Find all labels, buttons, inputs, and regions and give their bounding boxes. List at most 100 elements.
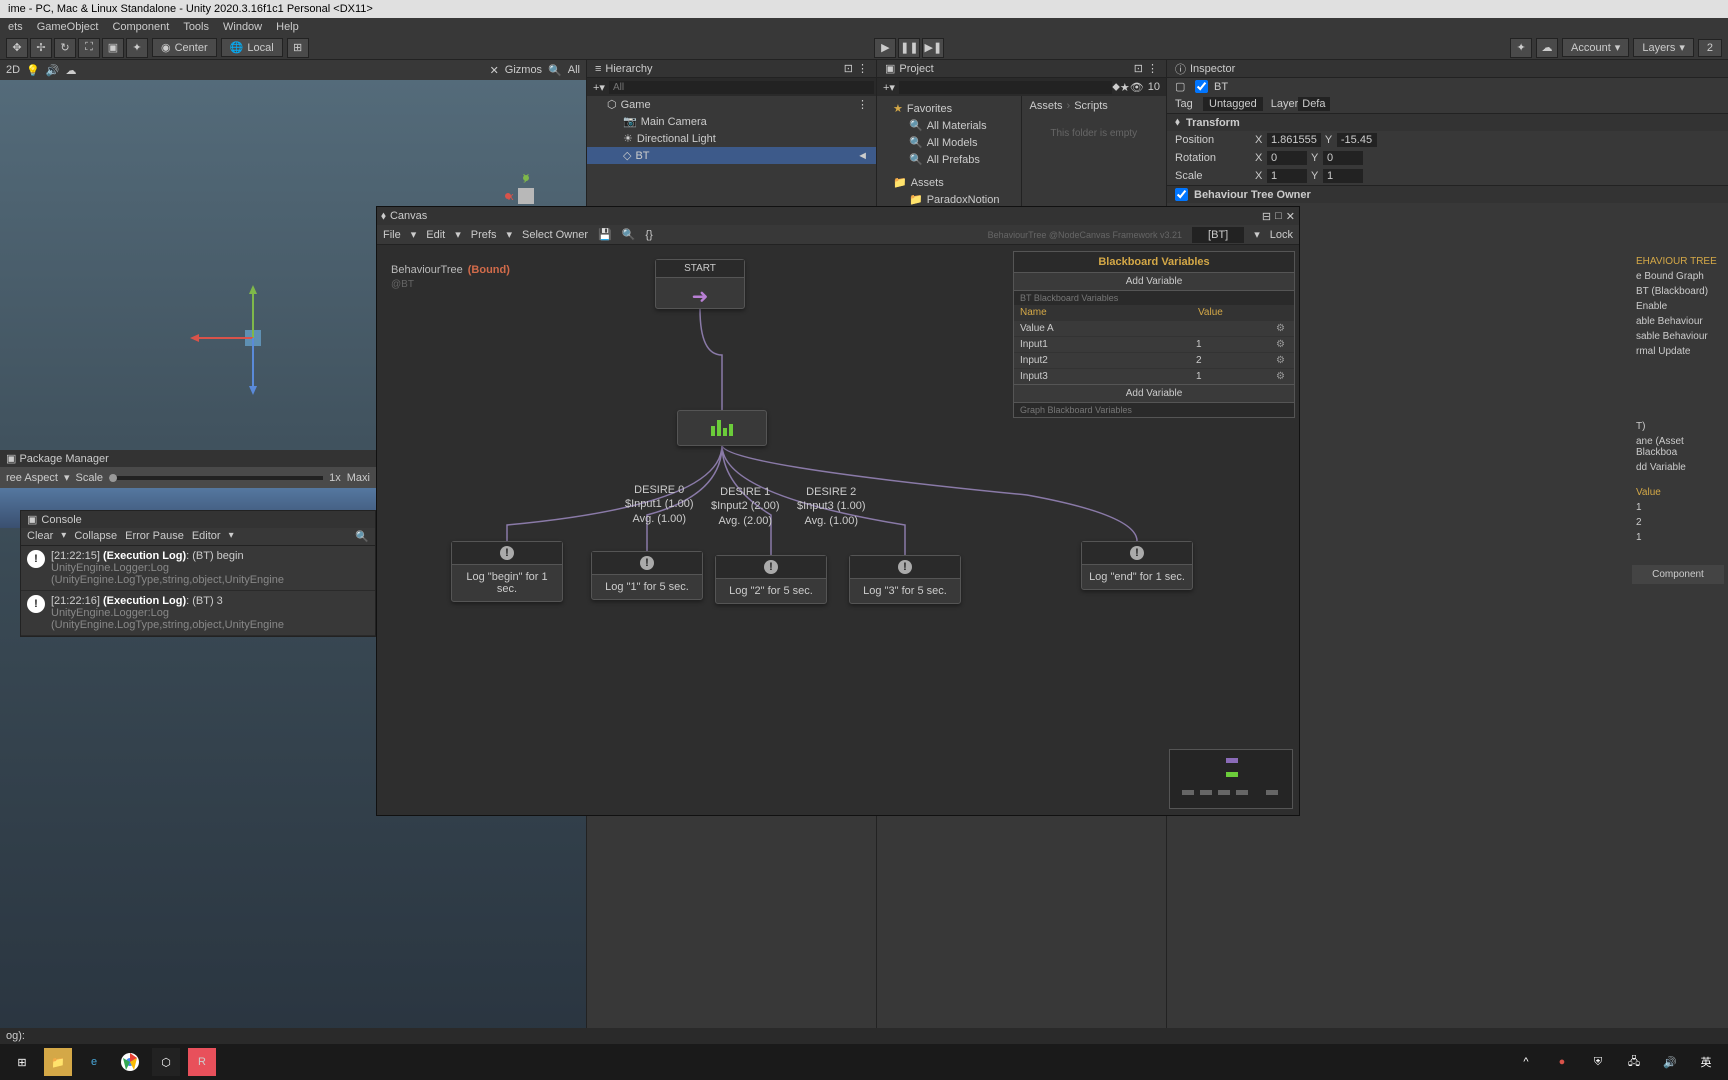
start-node[interactable]: START ➜ xyxy=(655,259,745,309)
editor-dropdown[interactable]: Editor xyxy=(192,530,221,543)
rider-icon[interactable]: R xyxy=(188,1048,216,1076)
ime-icon[interactable]: 英 xyxy=(1692,1048,1720,1076)
variable-value[interactable]: 1 xyxy=(1632,530,1724,545)
menu-tools[interactable]: Tools xyxy=(183,21,209,33)
save-icon[interactable]: 💾 xyxy=(598,228,612,241)
transform-gizmo[interactable] xyxy=(185,280,275,400)
enable-behaviour-option[interactable]: able Behaviour xyxy=(1632,314,1724,329)
add-variable-button[interactable]: Add Variable xyxy=(1014,272,1294,291)
bb-variable-row[interactable]: Input11⚙ xyxy=(1014,336,1294,352)
project-breadcrumb[interactable]: Assets›Scripts xyxy=(1022,96,1167,116)
project-options-icon[interactable]: ⊡ xyxy=(1134,62,1143,75)
file-explorer-icon[interactable]: 📁 xyxy=(44,1048,72,1076)
rect-tool[interactable]: ▣ xyxy=(102,38,124,58)
log-end-node[interactable]: ! Log "end" for 1 sec. xyxy=(1081,541,1193,590)
add-variable-button[interactable]: Add Variable xyxy=(1014,384,1294,403)
selector-node[interactable] xyxy=(677,410,767,446)
project-menu-icon[interactable]: ⋮ xyxy=(1147,62,1158,75)
menu-help[interactable]: Help xyxy=(276,21,299,33)
pause-button[interactable]: ❚❚ xyxy=(898,38,920,58)
scale-tool[interactable]: ⛶ xyxy=(78,38,100,58)
hierarchy-scene[interactable]: ⬡ Game ⋮ xyxy=(587,96,876,113)
error-pause-button[interactable]: Error Pause xyxy=(125,530,184,543)
update-mode-option[interactable]: rmal Update xyxy=(1632,344,1724,359)
close-icon[interactable]: ✕ xyxy=(490,64,499,77)
zoom-icon[interactable]: 🔍 xyxy=(622,228,636,241)
favorite-icon[interactable]: ★ xyxy=(1120,81,1130,94)
bb-variable-row[interactable]: Input31⚙ xyxy=(1014,368,1294,384)
maximize-icon[interactable]: □ xyxy=(1275,210,1282,222)
maximize-label[interactable]: Maxi xyxy=(347,472,370,484)
scale-slider[interactable] xyxy=(109,476,323,480)
bb-variable-row[interactable]: Value A⚙ xyxy=(1014,320,1294,336)
filter-icon[interactable]: ⬥ xyxy=(1112,81,1120,94)
network-icon[interactable]: 🖧 xyxy=(1620,1048,1648,1076)
hierarchy-item[interactable]: ◇BT◄ xyxy=(587,147,876,164)
project-search[interactable] xyxy=(899,81,1112,94)
layout-dropdown[interactable]: 2 xyxy=(1698,39,1722,57)
menu-window[interactable]: Window xyxy=(223,21,262,33)
unity-hub-icon[interactable]: ⬡ xyxy=(152,1048,180,1076)
menu-component[interactable]: Component xyxy=(112,21,169,33)
snap-toggle[interactable]: ⊞ xyxy=(287,38,309,58)
chrome-icon[interactable] xyxy=(116,1048,144,1076)
hierarchy-options-icon[interactable]: ⊡ xyxy=(844,62,853,75)
pos-x-input[interactable]: 1.861555 xyxy=(1267,133,1321,147)
hidden-icon[interactable]: 👁 xyxy=(1130,81,1144,94)
gear-icon[interactable]: ⚙ xyxy=(1276,339,1288,350)
log-2-node[interactable]: ! Log "2" for 5 sec. xyxy=(715,555,827,604)
scl-x-input[interactable]: 1 xyxy=(1267,169,1307,183)
object-name[interactable]: BT xyxy=(1214,81,1228,93)
tray-up-icon[interactable]: ^ xyxy=(1512,1048,1540,1076)
fx-toggle-icon[interactable]: ☁ xyxy=(65,64,76,77)
hand-tool[interactable]: ✥ xyxy=(6,38,28,58)
package-manager-title[interactable]: Package Manager xyxy=(19,453,108,465)
log-3-node[interactable]: ! Log "3" for 5 sec. xyxy=(849,555,961,604)
scene-search-all[interactable]: All xyxy=(568,64,580,76)
collab-icon[interactable]: ✦ xyxy=(1510,38,1532,58)
task-view-icon[interactable]: ⊞ xyxy=(8,1048,36,1076)
add-icon[interactable]: +▾ xyxy=(589,81,609,94)
braces-icon[interactable]: {} xyxy=(645,229,652,241)
favorites-folder[interactable]: ★Favorites xyxy=(877,100,1021,117)
menu-gameobject[interactable]: GameObject xyxy=(37,21,99,33)
scl-y-input[interactable]: 1 xyxy=(1323,169,1363,183)
play-button[interactable]: ▶ xyxy=(874,38,896,58)
bt-owner-header[interactable]: Behaviour Tree Owner xyxy=(1194,189,1311,201)
gizmos-dropdown[interactable]: Gizmos xyxy=(505,64,542,76)
handle-rotation[interactable]: 🌐Local xyxy=(221,38,283,57)
log-entry[interactable]: ! [21:22:15] (Execution Log): (BT) begin… xyxy=(21,546,375,591)
blackboard-field[interactable]: BT (Blackboard) xyxy=(1632,284,1724,299)
tag-dropdown[interactable]: Untagged xyxy=(1203,97,1263,111)
log-entry[interactable]: ! [21:22:16] (Execution Log): (BT) 3 Uni… xyxy=(21,591,375,636)
log-begin-node[interactable]: ! Log "begin" for 1 sec. xyxy=(451,541,563,602)
light-toggle-icon[interactable]: 💡 xyxy=(26,64,40,77)
mode-2d[interactable]: 2D xyxy=(6,64,20,76)
layers-dropdown[interactable]: Layers ▾ xyxy=(1633,38,1694,57)
component-checkbox[interactable] xyxy=(1175,188,1188,201)
dock-icon[interactable]: ⊟ xyxy=(1262,210,1271,223)
layer-dropdown[interactable]: Defa xyxy=(1298,97,1329,111)
step-button[interactable]: ▶❚ xyxy=(922,38,944,58)
rot-y-input[interactable]: 0 xyxy=(1323,151,1363,165)
folder-item[interactable]: 🔍All Materials xyxy=(877,117,1021,134)
collapse-button[interactable]: Collapse xyxy=(74,530,117,543)
hierarchy-search[interactable] xyxy=(609,81,874,94)
add-component-button[interactable]: Component xyxy=(1632,565,1724,584)
account-dropdown[interactable]: Account ▾ xyxy=(1562,38,1629,57)
disable-behaviour-option[interactable]: sable Behaviour xyxy=(1632,329,1724,344)
scene-menu-icon[interactable]: ⋮ xyxy=(857,98,868,111)
minimap[interactable] xyxy=(1169,749,1293,809)
transform-header[interactable]: Transform xyxy=(1186,117,1240,129)
bt-dropdown[interactable]: [BT] xyxy=(1192,227,1244,243)
folder-item[interactable]: 🔍All Prefabs xyxy=(877,151,1021,168)
pos-y-input[interactable]: -15.45 xyxy=(1337,133,1377,147)
add-icon[interactable]: +▾ xyxy=(879,81,899,94)
hierarchy-item[interactable]: ☀Directional Light xyxy=(587,130,876,147)
audio-toggle-icon[interactable]: 🔊 xyxy=(46,64,60,77)
aspect-dropdown[interactable]: ree Aspect xyxy=(6,472,58,484)
lock-button[interactable]: Lock xyxy=(1270,229,1293,241)
menu-assets[interactable]: ets xyxy=(8,21,23,33)
close-icon[interactable]: ✕ xyxy=(1286,210,1295,223)
gear-icon[interactable]: ⚙ xyxy=(1276,355,1288,366)
